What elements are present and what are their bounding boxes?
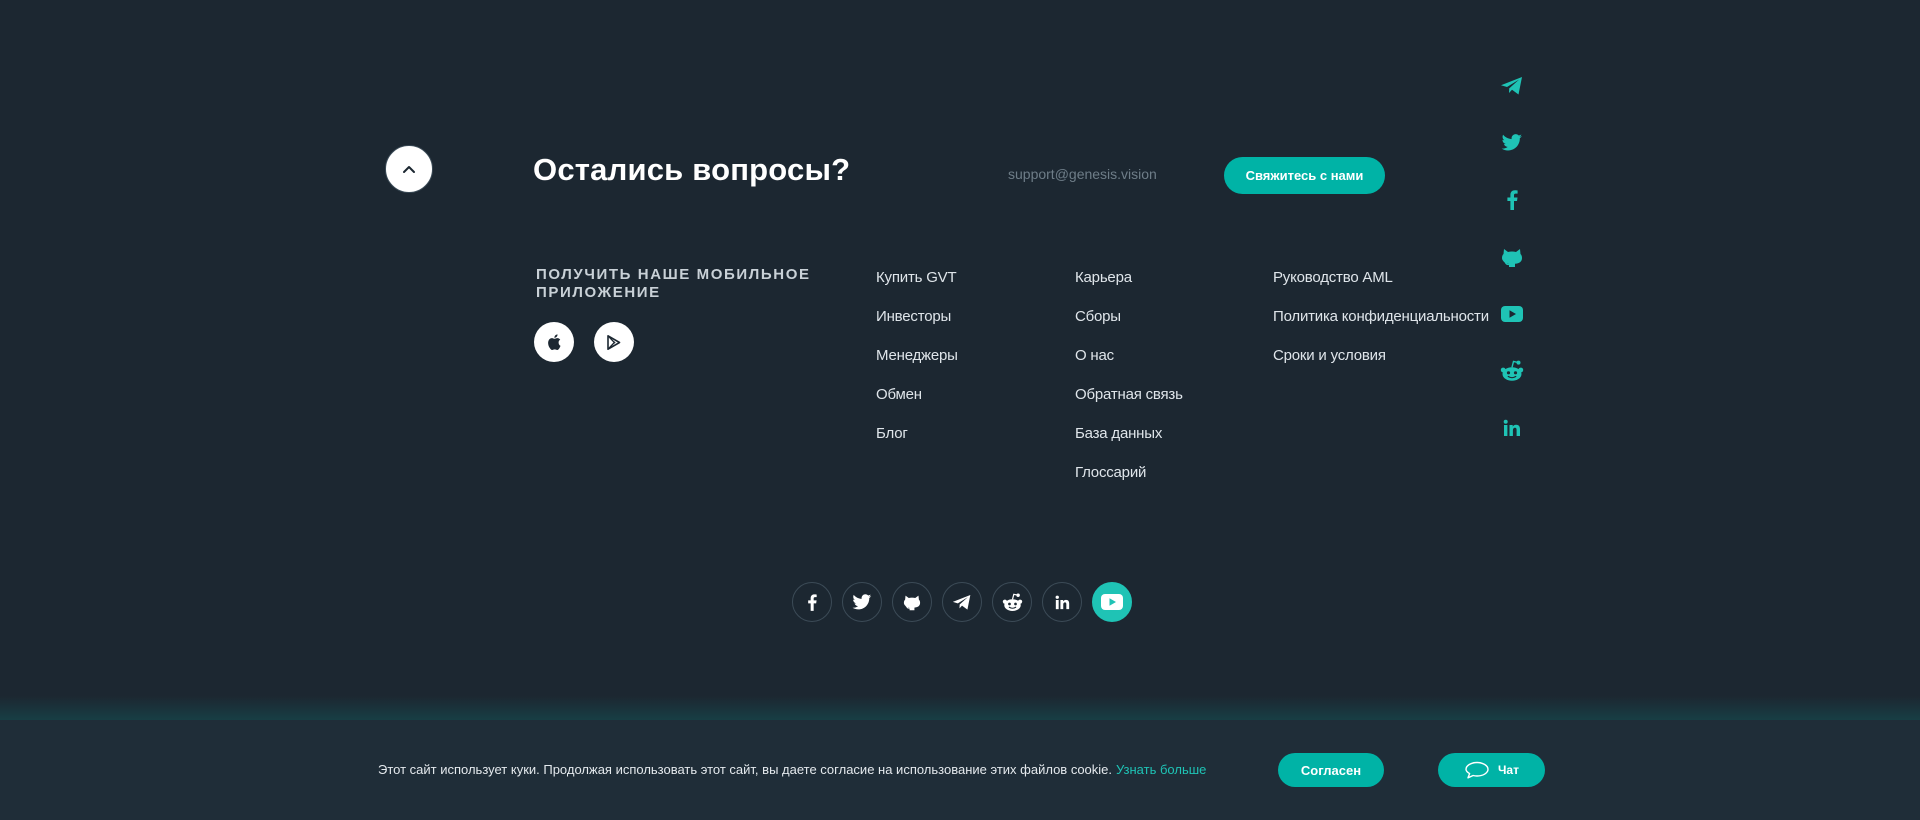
apple-icon xyxy=(548,334,561,350)
list-item: Карьера xyxy=(1075,269,1183,308)
mobile-app-heading: Получить наше мобильное приложение xyxy=(536,266,811,301)
list-item: Купить GVT xyxy=(876,269,958,308)
links-column-1: Купить GVT Инвесторы Менеджеры Обмен Бло… xyxy=(876,269,958,464)
google-play-button[interactable] xyxy=(594,322,634,362)
link-fees[interactable]: Сборы xyxy=(1075,308,1121,325)
side-facebook-link[interactable] xyxy=(1498,186,1526,214)
list-item: Инвесторы xyxy=(876,308,958,347)
bottom-social-bar xyxy=(792,582,1132,622)
link-knowledge-base[interactable]: База данных xyxy=(1075,425,1162,442)
link-buy-gvt[interactable]: Купить GVT xyxy=(876,269,957,286)
side-reddit-link[interactable] xyxy=(1498,357,1526,385)
github-icon xyxy=(903,595,921,610)
link-terms[interactable]: Сроки и условия xyxy=(1273,347,1386,364)
link-blog[interactable]: Блог xyxy=(876,425,908,442)
linkedin-link[interactable] xyxy=(1042,582,1082,622)
links-column-3: Руководство AML Политика конфиденциально… xyxy=(1273,269,1489,386)
link-privacy-policy[interactable]: Политика конфиденциальности xyxy=(1273,308,1489,325)
cookie-text: Этот сайт использует куки. Продолжая исп… xyxy=(378,762,1206,777)
side-github-link[interactable] xyxy=(1498,243,1526,271)
google-play-icon xyxy=(607,334,621,350)
list-item: Политика конфиденциальности xyxy=(1273,308,1489,347)
cookie-bar-glow xyxy=(0,696,1920,722)
twitter-icon xyxy=(1501,134,1522,151)
github-link[interactable] xyxy=(892,582,932,622)
link-feedback[interactable]: Обратная связь xyxy=(1075,386,1183,403)
reddit-icon xyxy=(1500,360,1524,381)
list-item: База данных xyxy=(1075,425,1183,464)
youtube-icon xyxy=(1501,306,1523,322)
chevron-up-icon xyxy=(403,166,415,173)
chat-bubble-icon xyxy=(1465,761,1489,779)
list-item: Менеджеры xyxy=(876,347,958,386)
link-glossary[interactable]: Глоссарий xyxy=(1075,464,1146,481)
links-column-2: Карьера Сборы О нас Обратная связь База … xyxy=(1075,269,1183,503)
chat-button[interactable]: Чат xyxy=(1438,753,1545,787)
link-aml-guide[interactable]: Руководство AML xyxy=(1273,269,1393,286)
list-item: Блог xyxy=(876,425,958,464)
list-item: Глоссарий xyxy=(1075,464,1183,503)
link-managers[interactable]: Менеджеры xyxy=(876,347,958,364)
list-item: О нас xyxy=(1075,347,1183,386)
facebook-icon xyxy=(1507,190,1518,210)
cookie-learn-more-link[interactable]: Узнать больше xyxy=(1116,762,1206,777)
reddit-icon xyxy=(1002,593,1022,611)
link-about[interactable]: О нас xyxy=(1075,347,1114,364)
twitter-icon xyxy=(852,593,872,609)
youtube-link[interactable] xyxy=(1092,582,1132,622)
facebook-icon xyxy=(808,593,817,611)
list-item: Сборы xyxy=(1075,308,1183,347)
support-email-link[interactable]: support@genesis.vision xyxy=(1008,166,1157,182)
link-careers[interactable]: Карьера xyxy=(1075,269,1132,286)
twitter-link[interactable] xyxy=(842,582,882,622)
side-twitter-link[interactable] xyxy=(1498,129,1526,157)
scroll-up-button[interactable] xyxy=(385,145,433,193)
github-icon xyxy=(1502,248,1522,267)
telegram-link[interactable] xyxy=(942,582,982,622)
side-telegram-link[interactable] xyxy=(1498,72,1526,100)
side-youtube-link[interactable] xyxy=(1498,300,1526,328)
facebook-link[interactable] xyxy=(792,582,832,622)
footer-page: Остались вопросы? support@genesis.vision… xyxy=(0,0,1920,820)
side-linkedin-link[interactable] xyxy=(1498,414,1526,442)
list-item: Руководство AML xyxy=(1273,269,1489,308)
telegram-icon xyxy=(952,594,971,610)
linkedin-icon xyxy=(1503,419,1520,436)
list-item: Обмен xyxy=(876,386,958,425)
telegram-icon xyxy=(1501,77,1522,95)
list-item: Обратная связь xyxy=(1075,386,1183,425)
app-store-button[interactable] xyxy=(534,322,574,362)
contact-title: Остались вопросы? xyxy=(533,152,851,187)
reddit-link[interactable] xyxy=(992,582,1032,622)
cookie-message: Этот сайт использует куки. Продолжая исп… xyxy=(378,762,1113,777)
link-investors[interactable]: Инвесторы xyxy=(876,308,951,325)
contact-us-button[interactable]: Свяжитесь с нами xyxy=(1224,157,1385,194)
cookie-agree-button[interactable]: Согласен xyxy=(1278,753,1384,787)
list-item: Сроки и условия xyxy=(1273,347,1489,386)
linkedin-icon xyxy=(1055,595,1069,609)
chat-label: Чат xyxy=(1498,763,1519,777)
youtube-icon xyxy=(1101,594,1123,610)
link-exchange[interactable]: Обмен xyxy=(876,386,922,403)
side-social-bar xyxy=(1498,72,1526,471)
cookie-bar: Этот сайт использует куки. Продолжая исп… xyxy=(0,720,1920,820)
